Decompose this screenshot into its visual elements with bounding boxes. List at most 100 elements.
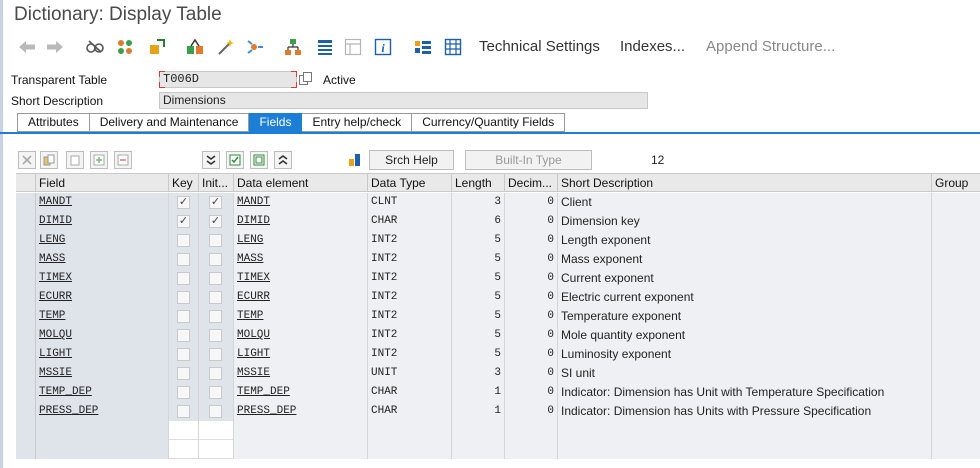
key-checkbox[interactable]: [177, 234, 190, 247]
row-selector[interactable]: [16, 440, 36, 459]
key-checkbox[interactable]: [177, 272, 190, 285]
collapse-all-icon[interactable]: [274, 151, 292, 169]
row-selector[interactable]: [16, 326, 36, 345]
row-selector[interactable]: [16, 288, 36, 307]
row-selector[interactable]: [16, 212, 36, 231]
initial-values-checkbox[interactable]: ✓: [209, 215, 222, 228]
row-selector[interactable]: [16, 364, 36, 383]
col-header-decimals[interactable]: Decim...: [505, 174, 558, 192]
table-row[interactable]: ECURR ECURR INT2 5 0 Electric current exponen…: [16, 288, 980, 307]
search-help-icon[interactable]: [346, 151, 364, 169]
initial-values-checkbox[interactable]: ✓: [209, 196, 222, 209]
list-icon[interactable]: [316, 38, 334, 56]
srch-help-button[interactable]: Srch Help: [369, 150, 454, 170]
deselect-all-icon[interactable]: [250, 151, 268, 169]
table-row[interactable]: TEMP_DEP TEMP_DEP CHAR 1 0 Indicator: Dimensi…: [16, 383, 980, 402]
display-change-icon[interactable]: [86, 38, 104, 56]
layout-icon[interactable]: [344, 38, 362, 56]
activate-icon[interactable]: [148, 38, 166, 56]
magic-wand-icon[interactable]: [216, 38, 234, 56]
row-selector[interactable]: [16, 250, 36, 269]
table-row[interactable]: LENG LENG INT2 5 0 Length exponent: [16, 231, 980, 250]
key-checkbox[interactable]: ✓: [177, 215, 190, 228]
initial-values-checkbox[interactable]: [209, 253, 222, 266]
key-checkbox[interactable]: [177, 253, 190, 266]
select-all-column-header[interactable]: [16, 174, 36, 192]
row-selector[interactable]: [16, 307, 36, 326]
table-row[interactable]: DIMID ✓ ✓ DIMID CHAR 6 0 Dimension key: [16, 212, 980, 231]
other-object-icon[interactable]: [116, 38, 134, 56]
col-header-data-type[interactable]: Data Type: [368, 174, 452, 192]
initial-values-checkbox[interactable]: [209, 272, 222, 285]
col-header-group[interactable]: Group: [932, 174, 980, 192]
insert-row-icon[interactable]: [90, 151, 108, 169]
table-row[interactable]: LIGHT LIGHT INT2 5 0 Luminosity exponent: [16, 345, 980, 364]
table-row[interactable]: TIMEX TIMEX INT2 5 0 Current exponent: [16, 269, 980, 288]
key-checkbox[interactable]: [177, 291, 190, 304]
empty-table-row[interactable]: [16, 421, 980, 440]
table-row[interactable]: MANDT ✓ ✓ MANDT CLNT 3 0 Client: [16, 193, 980, 212]
table-row[interactable]: MSSIE MSSIE UNIT 3 0 SI unit: [16, 364, 980, 383]
key-checkbox[interactable]: [177, 386, 190, 399]
hierarchy-icon[interactable]: [284, 38, 302, 56]
paste-row-icon[interactable]: [66, 151, 84, 169]
indexes-button[interactable]: Indexes...: [620, 38, 685, 55]
col-header-field[interactable]: Field: [36, 174, 169, 192]
tab-delivery-maintenance[interactable]: Delivery and Maintenance: [89, 113, 250, 132]
where-used-icon[interactable]: [186, 38, 204, 56]
expand-all-icon[interactable]: [202, 151, 220, 169]
initial-values-checkbox[interactable]: [209, 291, 222, 304]
tab-currency-quantity-fields[interactable]: Currency/Quantity Fields: [412, 113, 566, 132]
row-selector[interactable]: [16, 193, 36, 212]
technical-settings-button[interactable]: Technical Settings: [479, 38, 600, 55]
tab-entry-help-check[interactable]: Entry help/check: [302, 113, 413, 132]
initial-values-checkbox[interactable]: [209, 310, 222, 323]
key-checkbox[interactable]: ✓: [177, 196, 190, 209]
initial-values-checkbox[interactable]: [209, 367, 222, 380]
initial-values-checkbox[interactable]: [209, 234, 222, 247]
key-checkbox[interactable]: [177, 348, 190, 361]
append-structure-button[interactable]: Append Structure...: [706, 38, 835, 55]
key-checkbox[interactable]: [177, 329, 190, 342]
key-checkbox[interactable]: [177, 310, 190, 323]
delete-row-icon[interactable]: [114, 151, 132, 169]
table-row[interactable]: MOLQU MOLQU INT2 5 0 Mole quantity exponent: [16, 326, 980, 345]
short-desc-field[interactable]: Dimensions: [159, 92, 648, 109]
tab-fields[interactable]: Fields: [249, 113, 303, 132]
row-selector[interactable]: [16, 421, 36, 440]
empty-table-row[interactable]: [16, 440, 980, 459]
row-selector[interactable]: [16, 402, 36, 421]
col-header-short-description[interactable]: Short Description: [558, 174, 932, 192]
navigate-icon[interactable]: [246, 38, 264, 56]
back-icon[interactable]: [18, 38, 36, 56]
row-selector[interactable]: [16, 231, 36, 250]
table-row[interactable]: TEMP TEMP INT2 5 0 Temperature exponent: [16, 307, 980, 326]
table-row[interactable]: MASS MASS INT2 5 0 Mass exponent: [16, 250, 980, 269]
structure-icon[interactable]: [414, 38, 432, 56]
copy-icon[interactable]: [299, 72, 312, 85]
built-in-type-button[interactable]: Built-In Type: [465, 150, 592, 170]
col-header-init[interactable]: Init...: [199, 174, 234, 192]
cut-row-icon[interactable]: [18, 151, 36, 169]
row-selector[interactable]: [16, 383, 36, 402]
initial-values-checkbox[interactable]: [209, 329, 222, 342]
col-header-length[interactable]: Length: [452, 174, 505, 192]
tab-attributes[interactable]: Attributes: [17, 113, 90, 132]
row-selector[interactable]: [16, 269, 36, 288]
table-name-field[interactable]: T006D: [159, 71, 297, 88]
forward-icon[interactable]: [46, 38, 64, 56]
row-selector[interactable]: [16, 345, 36, 364]
col-header-key[interactable]: Key: [169, 174, 199, 192]
select-all-icon[interactable]: [226, 151, 244, 169]
col-header-data-element[interactable]: Data element: [234, 174, 368, 192]
initial-values-checkbox[interactable]: [209, 348, 222, 361]
key-checkbox[interactable]: [177, 405, 190, 418]
initial-values-checkbox[interactable]: [209, 405, 222, 418]
grid-icon[interactable]: [444, 38, 462, 56]
table-row[interactable]: PRESS_DEP PRESS_DEP CHAR 1 0 Indicator: Dimen…: [16, 402, 980, 421]
copy-row-icon[interactable]: [40, 151, 58, 169]
initial-values-checkbox[interactable]: [209, 386, 222, 399]
key-checkbox[interactable]: [177, 367, 190, 380]
info-icon[interactable]: i: [374, 38, 392, 56]
field-name-cell: LIGHT: [36, 345, 169, 364]
